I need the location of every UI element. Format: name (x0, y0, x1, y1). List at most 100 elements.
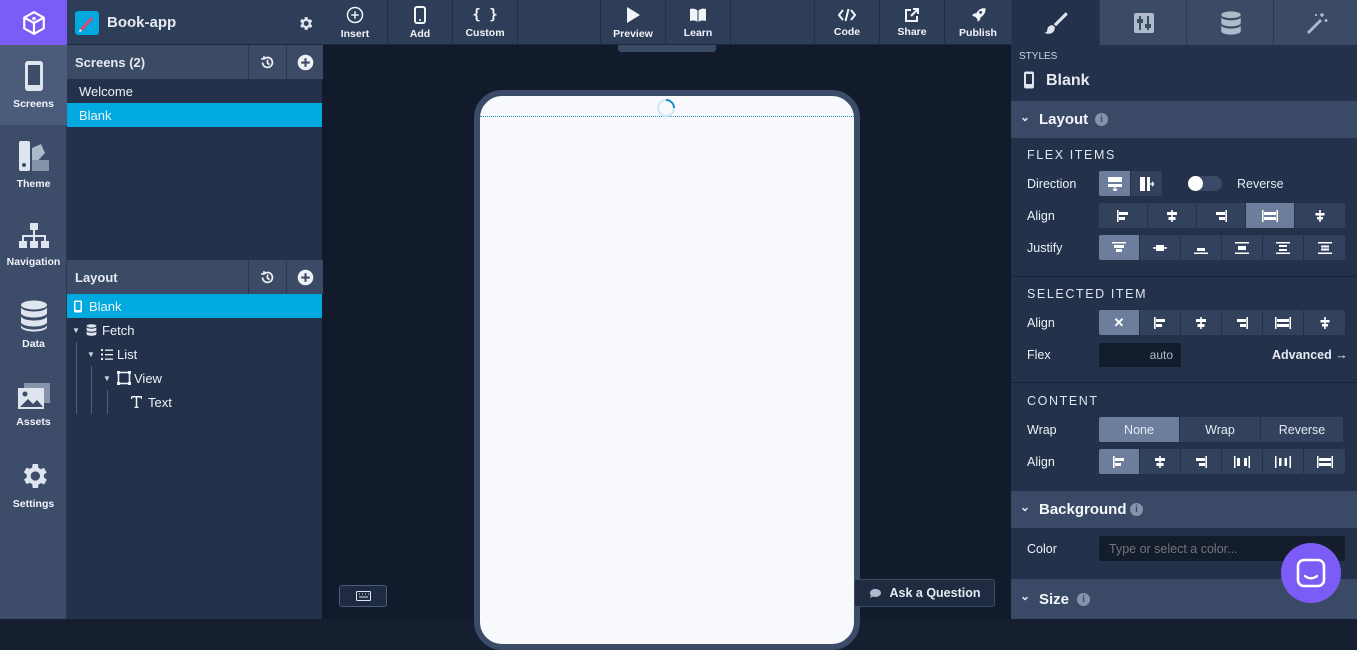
tree-node-fetch[interactable]: ▼ Fetch (67, 318, 322, 342)
rail-theme[interactable]: Theme (0, 125, 67, 205)
align-self-center-button[interactable] (1181, 310, 1222, 335)
list-icon (101, 348, 113, 360)
info-icon[interactable]: i (1130, 503, 1143, 516)
toolbar-spacer (731, 0, 815, 45)
add-button[interactable]: Add (388, 0, 453, 45)
history-icon (260, 270, 273, 283)
reverse-toggle[interactable] (1188, 176, 1222, 191)
tab-actions[interactable] (1273, 0, 1357, 45)
rail-label: Theme (16, 178, 51, 190)
caret-down-icon[interactable]: ▼ (103, 374, 113, 383)
tree-node-text[interactable]: Text (67, 390, 322, 414)
align-self-end-button[interactable] (1222, 310, 1263, 335)
tab-styles[interactable] (1011, 0, 1099, 45)
justify-start-button[interactable] (1099, 235, 1140, 260)
rail-label: Data (22, 338, 45, 350)
align-content-center-button[interactable] (1140, 449, 1181, 474)
screen-item-blank[interactable]: Blank (67, 103, 322, 127)
code-button[interactable]: Code (815, 0, 880, 45)
align-start-button[interactable] (1099, 203, 1148, 228)
advanced-link[interactable]: Advanced → (1272, 348, 1348, 362)
wrap-wrap-button[interactable]: Wrap (1180, 417, 1261, 442)
justify-end-button[interactable] (1181, 235, 1222, 260)
section-title: Size (1039, 590, 1070, 608)
tree-label: Blank (89, 298, 122, 314)
custom-button[interactable]: { } Custom (453, 0, 518, 45)
info-icon[interactable]: i (1095, 113, 1108, 126)
justify-evenly-button[interactable] (1304, 235, 1345, 260)
justify-between-button[interactable] (1222, 235, 1263, 260)
tree-node-list[interactable]: ▼ List (67, 342, 322, 366)
align-stretch-icon (1262, 210, 1278, 222)
tab-config[interactable] (1099, 0, 1187, 45)
insert-button[interactable]: Insert (323, 0, 388, 45)
align-self-baseline-button[interactable] (1304, 310, 1345, 335)
align-content-group (1099, 449, 1345, 474)
book-open-icon (690, 8, 706, 22)
rail-data[interactable]: Data (0, 285, 67, 365)
app-settings-gear-icon[interactable] (297, 15, 314, 32)
direction-column-button[interactable] (1099, 171, 1131, 196)
flex-input[interactable]: auto (1099, 343, 1181, 367)
gear-icon (23, 464, 47, 488)
align-content-between-button[interactable] (1222, 449, 1263, 474)
styles-target: Blank (1046, 72, 1090, 89)
rail-settings[interactable]: Settings (0, 445, 67, 525)
justify-around-icon (1276, 242, 1290, 254)
align-end-button[interactable] (1197, 203, 1246, 228)
chevron-down-icon: ⌄ (1020, 589, 1031, 603)
align-stretch-button[interactable] (1246, 203, 1295, 228)
share-button[interactable]: Share (880, 0, 945, 45)
align-items-group (1099, 203, 1345, 228)
left-rail: Screens Theme Navigation Data Assets Set… (0, 0, 67, 619)
tree-node-blank[interactable]: Blank (67, 294, 322, 318)
justify-between-icon (1235, 242, 1249, 254)
rail-assets[interactable]: Assets (0, 365, 67, 445)
align-self-auto-button[interactable]: ✕ (1099, 310, 1140, 335)
wrap-reverse-button[interactable]: Reverse (1261, 417, 1343, 442)
tree-node-view[interactable]: ▼ View (67, 366, 322, 390)
keyboard-shortcuts-button[interactable] (339, 585, 387, 607)
screens-history-button[interactable] (248, 45, 285, 79)
justify-center-button[interactable] (1140, 235, 1181, 260)
background-section-header[interactable]: ⌄ Background i (1011, 491, 1357, 528)
add-component-button[interactable] (286, 260, 323, 294)
align-center-button[interactable] (1148, 203, 1197, 228)
wrap-none-button[interactable]: None (1099, 417, 1180, 442)
align-baseline-button[interactable] (1295, 203, 1345, 228)
align-content-stretch-button[interactable] (1304, 449, 1345, 474)
align-content-start-button[interactable] (1099, 449, 1140, 474)
device-switcher[interactable] (618, 45, 716, 52)
app-logo[interactable] (0, 0, 67, 45)
layout-title: Layout (75, 269, 118, 285)
layout-section-header[interactable]: ⌄ Layout i (1011, 101, 1357, 138)
divider (1011, 276, 1357, 277)
align-self-stretch-button[interactable] (1263, 310, 1304, 335)
chevron-down-icon: ⌄ (1020, 500, 1031, 514)
direction-row-button[interactable] (1131, 171, 1162, 196)
rail-screens[interactable]: Screens (0, 45, 67, 125)
align-content-end-button[interactable] (1181, 449, 1222, 474)
add-screen-button[interactable] (286, 45, 323, 79)
wrap-option-label: Reverse (1278, 423, 1326, 437)
screens-header: Screens (2) (67, 45, 323, 79)
support-chat-button[interactable] (1281, 543, 1341, 603)
align-self-start-button[interactable] (1140, 310, 1181, 335)
tree-label: View (134, 370, 162, 386)
layout-history-button[interactable] (248, 260, 285, 294)
justify-around-button[interactable] (1263, 235, 1304, 260)
close-icon: ✕ (1113, 315, 1125, 330)
learn-button[interactable]: Learn (666, 0, 731, 45)
preview-button[interactable]: Preview (601, 0, 666, 45)
screen-item-welcome[interactable]: Welcome (67, 79, 322, 103)
publish-button[interactable]: Publish (945, 0, 1011, 45)
align-content-around-button[interactable] (1263, 449, 1304, 474)
ask-question-button[interactable]: Ask a Question (854, 579, 995, 607)
tab-data[interactable] (1186, 0, 1274, 45)
plus-circle-icon (297, 54, 313, 70)
caret-down-icon[interactable]: ▼ (72, 326, 82, 335)
align-baseline-icon (1320, 317, 1329, 329)
info-icon[interactable]: i (1077, 592, 1090, 606)
rail-navigation[interactable]: Navigation (0, 205, 67, 285)
caret-down-icon[interactable]: ▼ (87, 350, 97, 359)
